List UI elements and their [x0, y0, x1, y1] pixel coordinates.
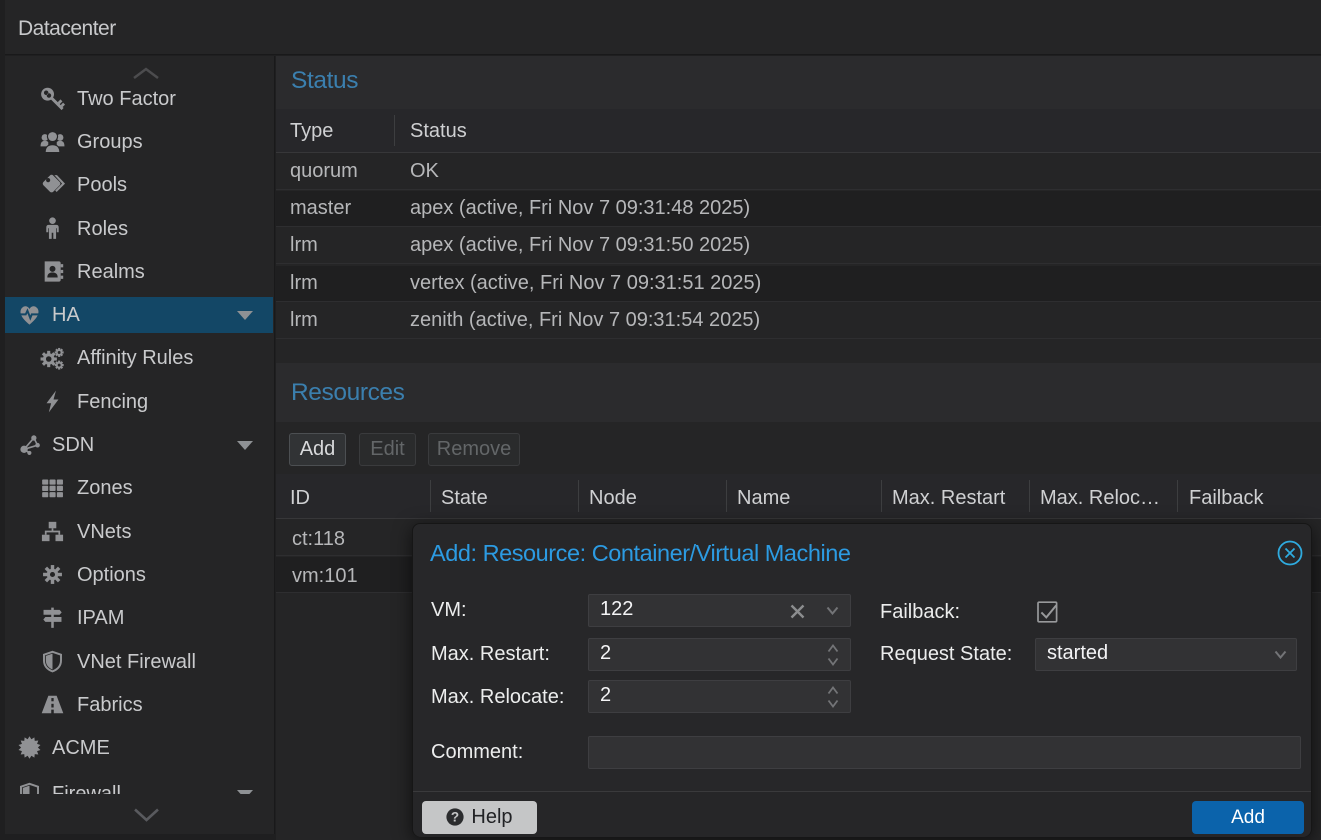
svg-text:?: ? [451, 810, 459, 825]
